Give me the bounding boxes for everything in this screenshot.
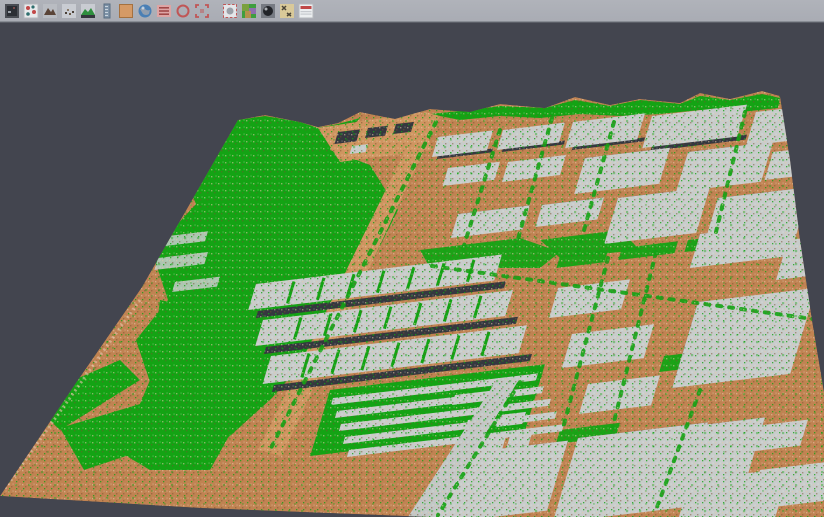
- hillshade-icon: [42, 3, 58, 19]
- toolbar: [0, 0, 824, 22]
- point-cloud-scene: [0, 22, 824, 517]
- toolbar-button-profile-lines[interactable]: [154, 1, 173, 21]
- terrain-icon: [80, 3, 96, 19]
- toolbar-button-dark-tile[interactable]: [2, 1, 21, 21]
- colored-points-icon: [23, 3, 39, 19]
- target-circle-icon: [175, 3, 191, 19]
- toolbar-button-zoom-extent[interactable]: [192, 1, 211, 21]
- toolbar-button-hillshade[interactable]: [40, 1, 59, 21]
- toolbar-button-target-circle[interactable]: [173, 1, 192, 21]
- toolbar-button-sphere-view[interactable]: [258, 1, 277, 21]
- toolbar-button-colored-points[interactable]: [21, 1, 40, 21]
- toolbar-button-flag-bar[interactable]: [296, 1, 315, 21]
- dark-tile-icon: [4, 3, 20, 19]
- globe-icon: [137, 3, 153, 19]
- toolbar-button-terrain[interactable]: [78, 1, 97, 21]
- axes-cross-icon: [279, 3, 295, 19]
- toolbar-button-roi-sphere[interactable]: [220, 1, 239, 21]
- ruler-icon: [99, 3, 115, 19]
- toolbar-button-point-dots[interactable]: [59, 1, 78, 21]
- sphere-view-icon: [260, 3, 276, 19]
- ortho-tile-icon: [118, 3, 134, 19]
- classification-map-icon: [241, 3, 257, 19]
- flag-bar-icon: [298, 3, 314, 19]
- point-dots-icon: [61, 3, 77, 19]
- toolbar-button-classification-map[interactable]: [239, 1, 258, 21]
- toolbar-button-axes-cross[interactable]: [277, 1, 296, 21]
- profile-lines-icon: [156, 3, 172, 19]
- zoom-extent-icon: [194, 3, 210, 19]
- 3d-viewport[interactable]: [0, 22, 824, 517]
- toolbar-button-globe[interactable]: [135, 1, 154, 21]
- toolbar-button-ruler[interactable]: [97, 1, 116, 21]
- roi-sphere-icon: [222, 3, 238, 19]
- toolbar-button-ortho-tile[interactable]: [116, 1, 135, 21]
